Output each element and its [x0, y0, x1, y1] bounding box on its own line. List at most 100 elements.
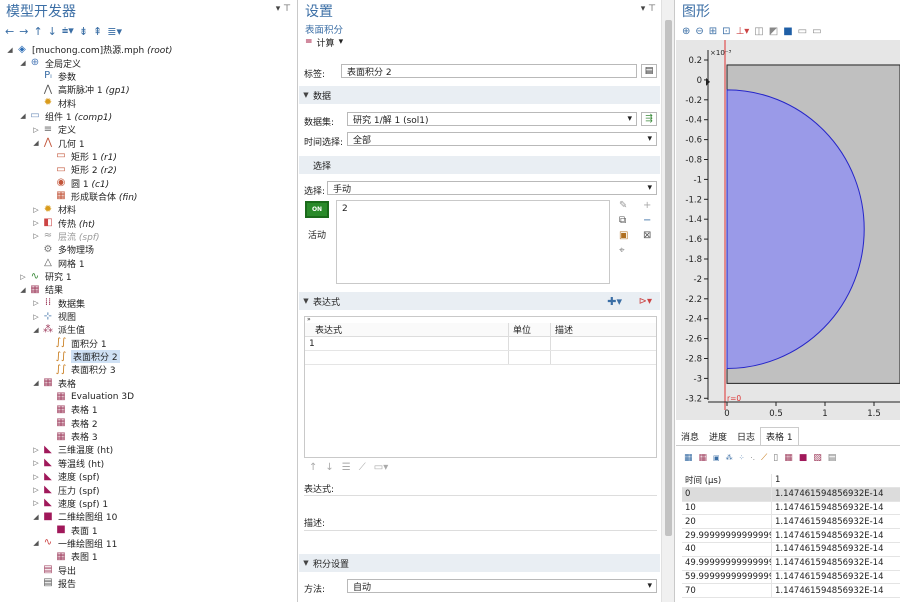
- table-row[interactable]: 70 1.147461594856932E-14: [682, 584, 900, 599]
- expression-row[interactable]: 1: [305, 337, 656, 351]
- settings-scrollbar[interactable]: [661, 0, 674, 602]
- table-cell[interactable]: 1.147461594856932E-14: [772, 488, 900, 501]
- delete-table-icon[interactable]: ▯: [773, 453, 778, 463]
- expand-all-icon[interactable]: ⇟: [79, 25, 88, 38]
- tree-item[interactable]: ▦ 表格 1: [0, 403, 297, 416]
- table-cell[interactable]: 10: [682, 501, 772, 515]
- move-down-icon[interactable]: ↓: [48, 25, 57, 38]
- crosshair-icon[interactable]: ⌖: [619, 245, 635, 256]
- column-header[interactable]: 1: [772, 474, 900, 487]
- copy-table-icon[interactable]: ▧: [813, 453, 822, 463]
- expand-arrow-icon[interactable]: ▷: [32, 313, 40, 321]
- paint-icon[interactable]: ✎: [619, 200, 635, 211]
- table-surface-icon[interactable]: ■: [799, 453, 808, 463]
- expand-arrow-icon[interactable]: ▷: [19, 273, 27, 281]
- section-integration-header[interactable]: ▼ 积分设置: [299, 554, 660, 572]
- tree-item[interactable]: ◢ ▭ 组件 1 (comp1): [0, 110, 297, 123]
- paste-icon[interactable]: ▣: [619, 230, 635, 241]
- tree-item[interactable]: ▷ ◣ 等温线 (ht): [0, 457, 297, 470]
- clear-icon[interactable]: ⟋: [359, 462, 366, 473]
- table-cell[interactable]: 1.147461594856932E-14: [772, 584, 900, 597]
- table-options-icon[interactable]: ▭▾: [374, 462, 388, 473]
- add-icon[interactable]: +: [643, 200, 659, 211]
- table-row[interactable]: 49.999999999999999 1.147461594856932E-14: [682, 556, 900, 571]
- description-cell[interactable]: [551, 337, 656, 350]
- zoom-in-icon[interactable]: ⊕: [682, 26, 690, 37]
- move-up-icon[interactable]: ↑: [33, 25, 42, 38]
- tree-item[interactable]: ▷ ≡ 定义: [0, 123, 297, 136]
- selection-select[interactable]: 手动 ▾: [327, 181, 657, 195]
- tree-item[interactable]: ▦ 表图 1: [0, 550, 297, 563]
- expand-arrow-icon[interactable]: ▷: [32, 299, 40, 307]
- expand-arrow-icon[interactable]: ▷: [32, 126, 40, 134]
- filter-icon[interactable]: ⩧▾: [62, 24, 74, 38]
- tree-item[interactable]: ◢ ◈ [muchong.com]热源.mph (root): [0, 43, 297, 56]
- pin-icon[interactable]: ▾ ⊤: [276, 4, 291, 14]
- section-selection-header[interactable]: 选择: [299, 156, 660, 174]
- table-cell[interactable]: 49.999999999999999: [682, 556, 772, 570]
- table-row[interactable]: 10 1.147461594856932E-14: [682, 501, 900, 516]
- tree-item[interactable]: ▷ ⊹ 视图: [0, 310, 297, 323]
- full-precision-icon[interactable]: ▦: [699, 453, 708, 463]
- table-cell[interactable]: 59.999999999999999: [682, 570, 772, 584]
- expand-arrow-icon[interactable]: ◢: [6, 46, 14, 54]
- tree-item[interactable]: ✹ 材料: [0, 96, 297, 110]
- tree-item[interactable]: ▷ ◣ 速度 (spf) 1: [0, 497, 297, 510]
- forward-arrow-icon[interactable]: →: [19, 25, 28, 38]
- plot-canvas[interactable]: 0.2 0 -0.2 -0.4 -0.6 -0.8 -1 -1.2 -1.4 -1.6 -1.8 -2…: [676, 40, 900, 422]
- section-data-header[interactable]: ▼ 数据: [299, 86, 660, 104]
- expression-cell-empty[interactable]: [305, 351, 509, 364]
- expand-arrow-icon[interactable]: ◢: [32, 513, 40, 521]
- tree-item[interactable]: ▤ 导出: [0, 563, 297, 577]
- auto-precision-icon[interactable]: ▣: [713, 454, 720, 462]
- tree-item[interactable]: ▷ ◧ 传热 (ht): [0, 216, 297, 230]
- table-row[interactable]: 0 1.147461594856932E-14: [682, 487, 900, 502]
- expand-arrow-icon[interactable]: ◢: [19, 59, 27, 67]
- tab-1[interactable]: 进度: [704, 428, 732, 445]
- table-cell[interactable]: 1.147461594856932E-14: [772, 529, 900, 542]
- compute-button[interactable]: = 计算 ▾: [299, 35, 674, 49]
- tree-item[interactable]: ◢ ■ 二维绘图组 10: [0, 510, 297, 523]
- expression-empty-row[interactable]: [305, 351, 656, 365]
- move-up-icon[interactable]: ↑: [309, 462, 317, 473]
- table-cell[interactable]: 29.999999999999996: [682, 529, 772, 542]
- table-cell[interactable]: 0: [682, 487, 772, 501]
- expand-arrow-icon[interactable]: ▷: [32, 219, 40, 227]
- pin-icon[interactable]: ▾ ⊤: [641, 4, 656, 14]
- table-row[interactable]: 40 1.147461594856932E-14: [682, 542, 900, 557]
- description-cell-empty[interactable]: [551, 351, 656, 364]
- expand-arrow-icon[interactable]: ◢: [32, 379, 40, 387]
- collapse-all-icon[interactable]: ⇞: [93, 25, 102, 38]
- tree-item[interactable]: Pᵢ 参数: [0, 70, 297, 83]
- tree-item[interactable]: ▷ ◣ 速度 (spf): [0, 470, 297, 483]
- copy-icon[interactable]: ⧉: [619, 215, 635, 226]
- expand-arrow-icon[interactable]: ◢: [32, 139, 40, 147]
- tree-item[interactable]: ▦ 表格 3: [0, 430, 297, 443]
- tree-item[interactable]: ◢ ▦ 表格: [0, 377, 297, 390]
- tree-item[interactable]: ▷ ∿ 研究 1: [0, 270, 297, 283]
- tree-item[interactable]: ▭ 矩形 1 (r1): [0, 150, 297, 163]
- tree-item[interactable]: △ 网格 1: [0, 257, 297, 270]
- zoom-out-icon[interactable]: ⊖: [695, 26, 703, 37]
- tree-item[interactable]: ▤ 报告: [0, 577, 297, 590]
- expand-arrow-icon[interactable]: ◢: [19, 286, 27, 294]
- expand-arrow-icon[interactable]: ▷: [32, 206, 40, 214]
- scene-light-icon[interactable]: ◫: [754, 26, 763, 37]
- table-cell[interactable]: 1.147461594856932E-14: [772, 502, 900, 515]
- zoom-box-icon[interactable]: ⊞: [709, 26, 717, 37]
- table-cell[interactable]: 1.147461594856932E-14: [772, 571, 900, 584]
- tree-options-icon[interactable]: ≣▾: [107, 25, 122, 38]
- grid-icon[interactable]: ▭: [812, 26, 821, 37]
- expand-arrow-icon[interactable]: ◢: [19, 112, 27, 120]
- expression-field[interactable]: [304, 495, 657, 496]
- table-graph-icon[interactable]: ▦: [784, 453, 793, 463]
- zoom-extents-icon[interactable]: ⊡: [722, 26, 730, 37]
- method-select[interactable]: 自动 ▾: [347, 579, 657, 593]
- expand-arrow-icon[interactable]: ◢: [32, 539, 40, 547]
- label-edit-button[interactable]: ▤: [641, 64, 657, 78]
- table-row[interactable]: 59.999999999999999 1.147461594856932E-14: [682, 570, 900, 585]
- selection-list[interactable]: 2: [336, 200, 610, 284]
- table-cell[interactable]: 1.147461594856932E-14: [772, 515, 900, 528]
- move-down-icon[interactable]: ↓: [325, 462, 333, 473]
- table-row[interactable]: 20 1.147461594856932E-14: [682, 515, 900, 530]
